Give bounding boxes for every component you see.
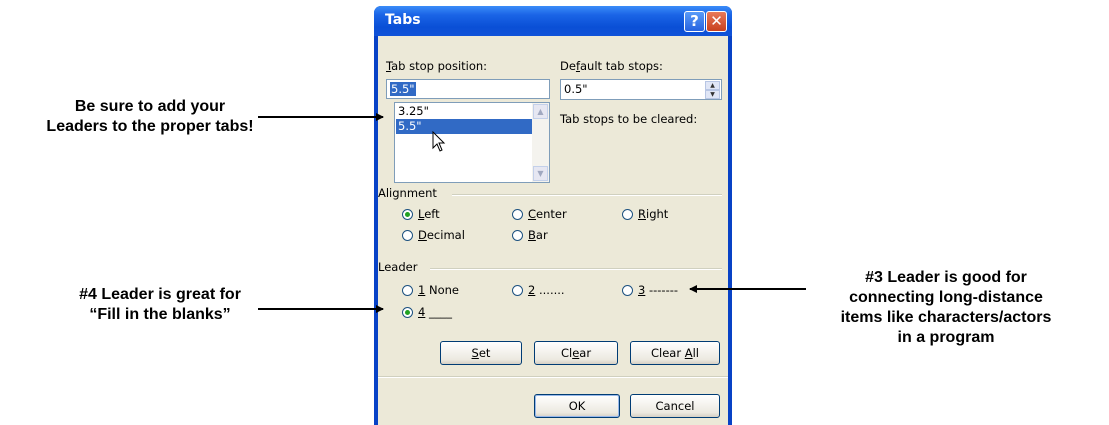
callout-add-leaders: Be sure to add your Leaders to the prope… xyxy=(10,97,290,137)
tab-stops-cleared-label: Tab stops to be cleared: xyxy=(560,112,698,126)
spin-up-icon[interactable]: ▲ xyxy=(705,81,720,90)
alignment-label: Alignment xyxy=(378,186,437,200)
leader-2-label: 2 ....... xyxy=(528,283,565,297)
radio-leader-3[interactable] xyxy=(622,285,633,296)
callout-line: #3 Leader is good for xyxy=(865,269,1027,286)
radio-leader-2[interactable] xyxy=(512,285,523,296)
close-x-icon: ✕ xyxy=(710,12,723,30)
leader-3-label: 3 ------- xyxy=(638,283,679,297)
callout-line: “Fill in the blanks” xyxy=(89,306,231,323)
callout-line: #4 Leader is great for xyxy=(79,286,241,303)
callout-line: items like characters/actors xyxy=(840,309,1052,326)
clear-all-button[interactable]: Clear All xyxy=(630,341,720,365)
radio-leader-4[interactable] xyxy=(402,307,413,318)
default-tab-stops-value: 0.5" xyxy=(564,82,588,96)
align-right-label: Right xyxy=(638,207,669,221)
set-button[interactable]: Set xyxy=(440,341,522,365)
scroll-down-arrow-icon[interactable]: ▼ xyxy=(533,166,548,181)
radio-leader-1[interactable] xyxy=(402,285,413,296)
tab-stop-position-input[interactable]: 5.5" xyxy=(386,79,550,99)
dialog-title: Tabs xyxy=(385,12,421,28)
radio-align-right[interactable] xyxy=(622,209,633,220)
radio-align-bar[interactable] xyxy=(512,230,523,241)
radio-align-decimal[interactable] xyxy=(402,230,413,241)
dialog-body: Tab stop position: 5.5" 3.25" 5.5" ▲ ▼ D… xyxy=(378,36,728,425)
callout-leader-4: #4 Leader is great for “Fill in the blan… xyxy=(10,285,310,325)
title-bar[interactable]: Tabs ? ✕ xyxy=(374,6,732,36)
cancel-button[interactable]: Cancel xyxy=(630,394,720,418)
radio-align-left[interactable] xyxy=(402,209,413,220)
callout-line: connecting long-distance xyxy=(849,289,1043,306)
mouse-pointer-icon xyxy=(432,131,446,152)
list-scrollbar[interactable]: ▲ ▼ xyxy=(532,103,549,182)
default-tab-stops-label: Default tab stops: xyxy=(560,59,663,73)
help-button[interactable]: ? xyxy=(684,11,705,32)
close-button[interactable]: ✕ xyxy=(706,11,727,32)
leader-divider xyxy=(430,268,722,270)
callout-line: Be sure to add your xyxy=(74,98,226,115)
callout-line: in a program xyxy=(897,329,995,346)
align-center-label: Center xyxy=(528,207,567,221)
spin-down-icon[interactable]: ▼ xyxy=(705,90,720,99)
ok-button[interactable]: OK xyxy=(534,394,620,418)
align-decimal-label: Decimal xyxy=(418,228,465,242)
callout-line: Leaders to the proper tabs! xyxy=(46,118,254,135)
list-item[interactable]: 3.25" xyxy=(396,104,429,119)
align-left-label: Left xyxy=(418,207,440,221)
scroll-up-arrow-icon[interactable]: ▲ xyxy=(533,104,548,119)
tab-stop-position-value: 5.5" xyxy=(390,82,416,96)
align-bar-label: Bar xyxy=(528,228,548,242)
tab-stop-list[interactable]: 3.25" 5.5" ▲ ▼ xyxy=(394,102,550,183)
buttons-separator xyxy=(378,376,728,378)
radio-align-center[interactable] xyxy=(512,209,523,220)
default-tab-stops-input[interactable]: 0.5" ▲ ▼ xyxy=(560,79,722,100)
list-item-selected[interactable]: 5.5" xyxy=(396,119,532,134)
alignment-divider xyxy=(452,194,722,196)
clear-button[interactable]: Clear xyxy=(534,341,618,365)
leader-label: Leader xyxy=(378,260,418,274)
leader-4-label: 4 ____ xyxy=(418,305,452,319)
callout-leader-3: #3 Leader is good for connecting long-di… xyxy=(786,268,1106,348)
leader-1-label: 1 None xyxy=(418,283,459,297)
tabs-dialog: Tabs ? ✕ Tab stop position: 5.5" 3.25" 5… xyxy=(374,6,732,425)
tab-stop-position-label: Tab stop position: xyxy=(386,59,488,73)
question-mark-icon: ? xyxy=(690,12,699,30)
